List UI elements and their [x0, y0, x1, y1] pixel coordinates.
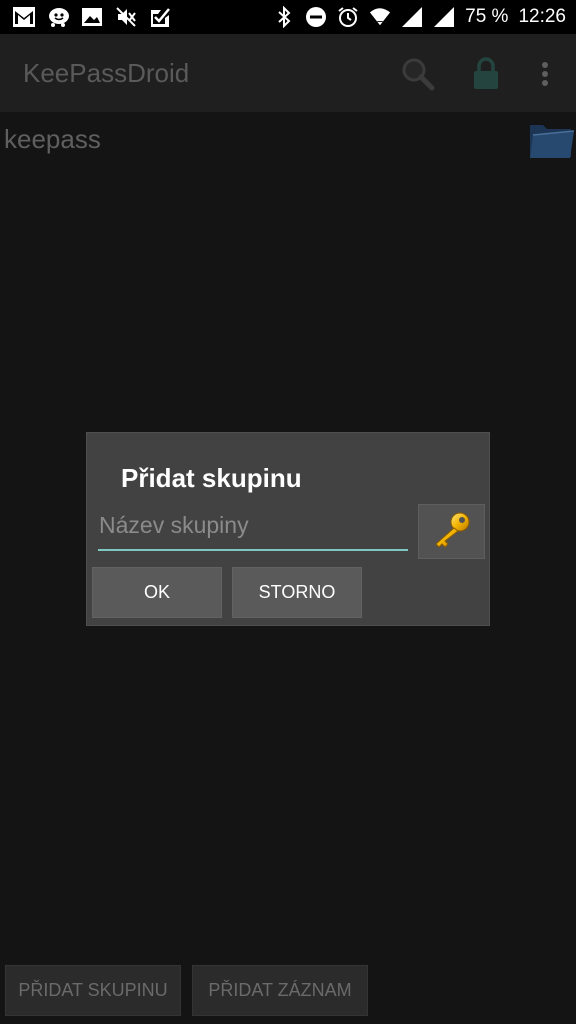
do-not-disturb-icon: [305, 5, 327, 29]
signal-icon: [401, 5, 423, 29]
alarm-icon: [337, 5, 359, 29]
group-name: keepass: [4, 124, 101, 154]
search-icon[interactable]: [398, 54, 438, 94]
bluetooth-icon: [273, 5, 295, 29]
check-app-icon: [148, 5, 172, 29]
mute-icon: [114, 5, 138, 29]
add-group-dialog: Přidat skupinu OK STORNO: [86, 432, 490, 626]
battery-percent: 75 %: [465, 6, 509, 27]
folder-icon: [527, 117, 575, 163]
cancel-button[interactable]: STORNO: [232, 567, 362, 618]
wifi-icon: [369, 5, 391, 29]
signal-icon: [433, 5, 455, 29]
add-group-button[interactable]: PŘIDAT SKUPINU: [5, 965, 181, 1016]
key-icon: [430, 510, 474, 554]
group-row[interactable]: keepass: [0, 112, 576, 168]
ok-button[interactable]: OK: [92, 567, 222, 618]
gallery-icon: [80, 5, 104, 29]
clock: 12:26: [518, 6, 566, 27]
overflow-menu-icon[interactable]: [525, 54, 565, 94]
icon-picker-button[interactable]: [418, 504, 485, 559]
lock-icon[interactable]: [466, 54, 506, 94]
gmail-icon: [12, 5, 36, 29]
dialog-title: Přidat skupinu: [121, 463, 302, 493]
app-title: KeePassDroid: [23, 58, 190, 88]
group-name-input[interactable]: [98, 507, 408, 551]
status-bar: 75 % 12:26: [0, 0, 576, 34]
action-bar: KeePassDroid: [0, 34, 576, 112]
add-entry-button[interactable]: PŘIDAT ZÁZNAM: [192, 965, 368, 1016]
waze-icon: [46, 5, 70, 29]
